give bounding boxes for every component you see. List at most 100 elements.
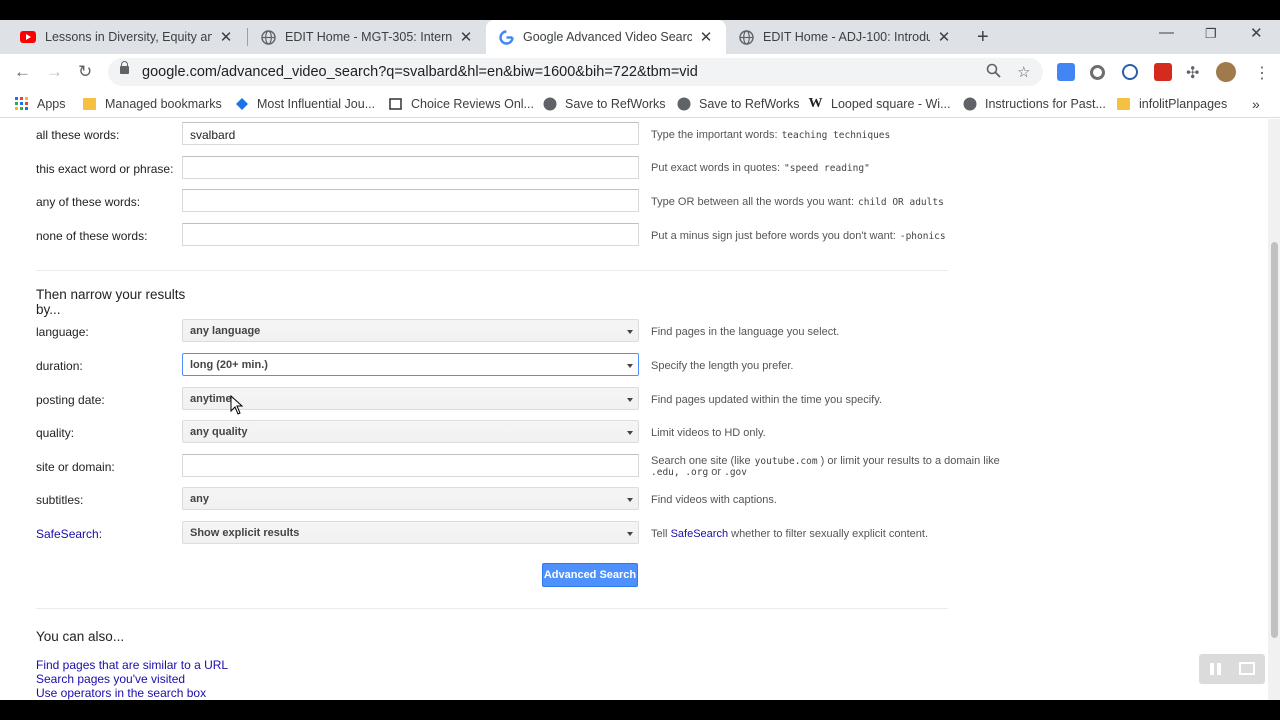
hint-posting-date: Find pages updated within the time you s… <box>651 394 882 406</box>
none-words-input[interactable] <box>182 223 639 246</box>
pause-icon[interactable] <box>1210 663 1214 675</box>
safesearch-select[interactable]: Show explicit results <box>182 521 639 544</box>
hint-duration: Specify the length you prefer. <box>651 360 794 372</box>
bookmark-choice-reviews[interactable]: Choice Reviews Onl... <box>388 96 534 111</box>
folder-icon <box>82 96 97 111</box>
bookmark-label: Most Influential Jou... <box>257 96 376 111</box>
dropdown-arrow-icon <box>627 330 633 334</box>
safesearch-link[interactable]: SafeSearch: <box>36 527 102 541</box>
hint-safesearch: Tell SafeSearch whether to filter sexual… <box>651 528 928 540</box>
bookmark-looped-square[interactable]: W Looped square - Wi... <box>808 96 951 111</box>
forward-icon[interactable]: → <box>46 62 63 82</box>
bookmark-label: Choice Reviews Onl... <box>411 96 534 111</box>
any-words-input[interactable] <box>182 189 639 212</box>
bookmark-instructions[interactable]: Instructions for Past... <box>962 96 1106 111</box>
label-none-words: none of these words: <box>36 229 148 243</box>
profile-avatar[interactable] <box>1216 62 1236 82</box>
globe-icon <box>260 29 276 45</box>
folder-icon <box>1116 96 1131 111</box>
back-icon[interactable]: ← <box>14 62 31 82</box>
tab-title: Google Advanced Video Search <box>523 30 692 44</box>
browser-window: Lessons in Diversity, Equity and Inclusi… <box>0 0 1280 720</box>
restore-icon[interactable]: ❐ <box>1205 26 1217 42</box>
tab-edit-mgt305[interactable]: EDIT Home - MGT-305: International ✕ <box>248 20 486 54</box>
tab-edit-adj100[interactable]: EDIT Home - ADJ-100: Introduction ✕ <box>726 20 964 54</box>
all-these-words-input[interactable]: svalbard <box>182 122 639 145</box>
extensions-puzzle-icon[interactable]: ✣ <box>1186 63 1199 83</box>
quality-select[interactable]: any quality <box>182 420 639 443</box>
hint-quality: Limit videos to HD only. <box>651 427 766 439</box>
tab-title: Lessons in Diversity, Equity and Inclusi… <box>45 30 212 44</box>
apps-grid-icon <box>14 96 29 111</box>
letterbox-bottom <box>0 700 1280 720</box>
video-overlay-controls[interactable] <box>1199 654 1265 684</box>
select-value: anytime <box>190 393 232 405</box>
tab-google-advanced-video-search[interactable]: Google Advanced Video Search ✕ <box>486 20 726 54</box>
url-text[interactable]: google.com/advanced_video_search?q=svalb… <box>142 64 698 80</box>
close-tab-icon[interactable]: ✕ <box>698 28 714 46</box>
language-select[interactable]: any language <box>182 319 639 342</box>
bookmark-star-icon[interactable]: ☆ <box>1017 63 1030 81</box>
dropdown-arrow-icon <box>627 364 633 368</box>
label-language: language: <box>36 325 89 339</box>
link-search-operators[interactable]: Use operators in the search box <box>36 686 206 700</box>
hint-exact-phrase: Put exact words in quotes: "speed reading… <box>651 162 870 174</box>
globe-icon <box>738 29 754 45</box>
hint-none-words: Put a minus sign just before words you d… <box>651 230 946 242</box>
select-value: any language <box>190 325 261 337</box>
circle-extension-icon[interactable] <box>1090 65 1105 80</box>
advanced-search-button[interactable]: Advanced Search <box>542 563 638 587</box>
bookmark-refworks-1[interactable]: Save to RefWorks <box>542 96 666 111</box>
picture-in-picture-icon[interactable] <box>1239 662 1255 675</box>
safesearch-help-link[interactable]: SafeSearch <box>671 528 728 540</box>
bookmark-most-influential[interactable]: Most Influential Jou... <box>234 96 375 111</box>
diamond-icon <box>234 96 249 111</box>
youtube-icon <box>20 29 36 45</box>
label-subtitles: subtitles: <box>36 493 84 507</box>
select-value: Show explicit results <box>190 527 300 539</box>
site-domain-input[interactable] <box>182 454 639 477</box>
pdf-extension-icon[interactable] <box>1154 63 1172 81</box>
you-can-also-title: You can also... <box>36 629 125 644</box>
translate-extension-icon[interactable] <box>1057 63 1075 81</box>
more-bookmarks-icon[interactable]: » <box>1252 96 1260 112</box>
tab-title: EDIT Home - MGT-305: International <box>285 30 452 44</box>
refworks-extension-icon[interactable] <box>1122 64 1138 80</box>
minimize-icon[interactable]: — <box>1159 24 1174 41</box>
reload-icon[interactable]: ↻ <box>78 62 92 82</box>
globe-icon <box>962 96 977 111</box>
wikipedia-icon: W <box>808 95 823 111</box>
hint-site-domain: Search one site (like youtube.com ) or li… <box>651 455 1000 479</box>
bookmark-refworks-2[interactable]: Save to RefWorks <box>676 96 800 111</box>
menu-kebab-icon[interactable]: ⋮ <box>1254 63 1270 83</box>
dropdown-arrow-icon <box>627 498 633 502</box>
section-divider <box>36 270 948 271</box>
letterbox-top <box>0 0 1280 20</box>
bookmark-infolitplanpages[interactable]: infolitPlanpages <box>1116 96 1227 111</box>
hint-subtitles: Find videos with captions. <box>651 494 777 506</box>
hint-any-words: Type OR between all the words you want: c… <box>651 196 944 208</box>
bookmark-apps[interactable]: Apps <box>14 96 66 111</box>
window-close-icon[interactable]: ✕ <box>1250 24 1263 42</box>
bookmark-label: Instructions for Past... <box>985 96 1106 111</box>
tab-strip: Lessons in Diversity, Equity and Inclusi… <box>0 20 1280 54</box>
zoom-icon[interactable] <box>986 63 1001 82</box>
scrollbar-thumb[interactable] <box>1271 242 1278 638</box>
duration-select[interactable]: long (20+ min.) <box>182 353 639 376</box>
lock-icon[interactable] <box>120 61 129 74</box>
choice-icon <box>388 96 403 111</box>
link-similar-url[interactable]: Find pages that are similar to a URL <box>36 658 228 672</box>
exact-phrase-input[interactable] <box>182 156 639 179</box>
tab-lessons[interactable]: Lessons in Diversity, Equity and Inclusi… <box>8 20 246 54</box>
label-posting-date: posting date: <box>36 393 105 407</box>
close-tab-icon[interactable]: ✕ <box>936 28 952 46</box>
close-tab-icon[interactable]: ✕ <box>458 28 474 46</box>
bookmark-label: Apps <box>37 96 66 111</box>
subtitles-select[interactable]: any <box>182 487 639 510</box>
bookmark-managed[interactable]: Managed bookmarks <box>82 96 222 111</box>
link-visited-pages[interactable]: Search pages you've visited <box>36 672 185 686</box>
label-site-domain: site or domain: <box>36 460 115 474</box>
new-tab-button[interactable]: + <box>977 26 989 49</box>
posting-date-select[interactable]: anytime <box>182 387 639 410</box>
close-tab-icon[interactable]: ✕ <box>218 28 234 46</box>
